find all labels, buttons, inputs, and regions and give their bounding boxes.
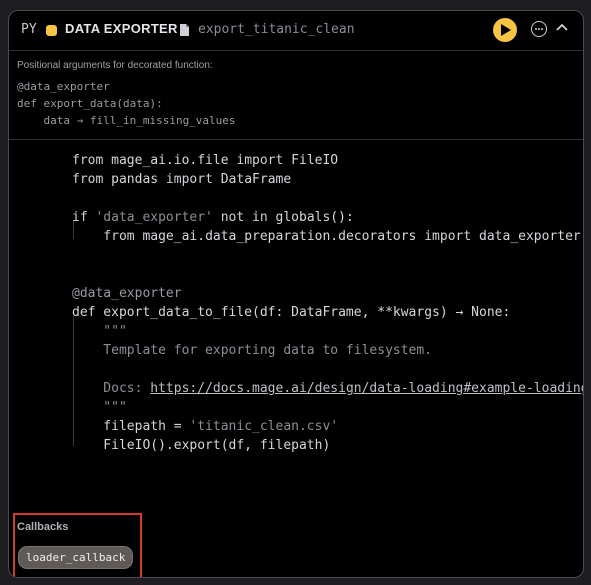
more-options-button[interactable] (531, 21, 547, 37)
chevron-up-icon[interactable] (556, 23, 568, 33)
positional-arguments-label: Positional arguments for decorated funct… (17, 60, 213, 71)
code-line: from pandas import DataFrame (72, 172, 292, 187)
positional-arg-line: def export_data(data): (17, 97, 163, 110)
code-line: def export_data_to_file(df: DataFrame, *… (72, 305, 511, 320)
callbacks-section: Callbacks loader_callback (13, 513, 142, 577)
code-line: @data_exporter (72, 286, 182, 301)
block-type-label: DATA EXPORTER (65, 21, 178, 36)
code-line: Template for exporting data to filesyste… (72, 343, 433, 358)
language-label: PY (21, 22, 37, 37)
code-line: Docs: https://docs.mage.ai/design/data-l… (72, 381, 583, 396)
code-block: PY DATA EXPORTER export_titanic_clean Po… (8, 10, 584, 578)
callbacks-title: Callbacks (17, 521, 69, 533)
code-line: from mage_ai.data_preparation.decorators… (72, 229, 581, 244)
block-color-indicator (46, 25, 57, 36)
positional-arg-line: @data_exporter (17, 80, 110, 93)
docs-link[interactable]: https://docs.mage.ai/design/data-loading… (150, 381, 583, 396)
positional-arg-line: data → fill_in_missing_values (17, 114, 236, 127)
block-header: PY DATA EXPORTER export_titanic_clean (9, 11, 583, 51)
positional-arguments-panel: Positional arguments for decorated funct… (9, 52, 583, 140)
code-line: """ (72, 324, 127, 339)
file-icon (180, 24, 189, 36)
code-line: FileIO().export(df, filepath) (72, 438, 331, 453)
callback-chip[interactable]: loader_callback (18, 546, 134, 569)
block-file-name[interactable]: export_titanic_clean (198, 22, 355, 37)
code-line: if 'data_exporter' not in globals(): (72, 210, 354, 225)
code-line: """ (72, 400, 127, 415)
run-button[interactable] (493, 18, 517, 42)
code-line: filepath = 'titanic_clean.csv' (72, 419, 339, 434)
code-line: from mage_ai.io.file import FileIO (72, 153, 339, 168)
play-icon (501, 24, 511, 36)
